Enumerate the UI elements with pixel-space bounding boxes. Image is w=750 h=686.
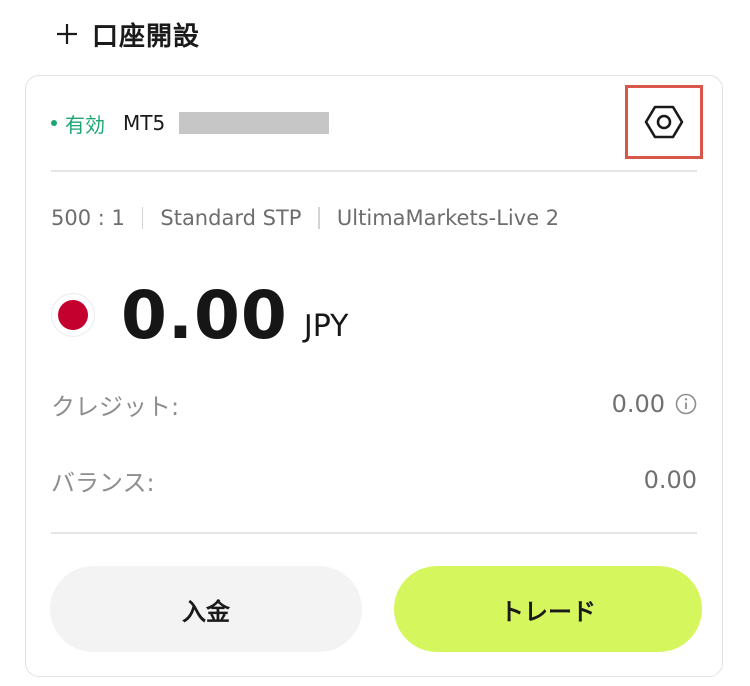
- plus-icon: [56, 23, 78, 45]
- meta-separator: [318, 207, 320, 229]
- settings-hexagon-icon: [644, 105, 684, 139]
- balance-value: 0.00: [643, 466, 697, 494]
- settings-button[interactable]: [625, 85, 703, 159]
- open-account-label: 口座開設: [92, 21, 201, 52]
- balance-row: バランス: 0.00: [51, 460, 697, 500]
- account-card-header: 有効 MT5: [51, 85, 703, 159]
- balance-label: バランス:: [51, 468, 155, 497]
- meta-separator: [141, 207, 144, 229]
- open-account-button[interactable]: 口座開設: [56, 14, 200, 54]
- credit-label: クレジット:: [51, 392, 180, 421]
- credit-value: 0.00: [611, 390, 665, 418]
- status-dot-icon: [51, 120, 57, 126]
- leverage-label: 500 : 1: [51, 206, 125, 230]
- header-divider: [51, 170, 697, 172]
- platform-label: MT5: [123, 111, 166, 135]
- balance-amount: 0.00: [121, 276, 288, 354]
- currency-label: JPY: [303, 308, 349, 344]
- account-card: 有効 MT5 500 : 1 Standard STP UltimaMarket…: [25, 75, 723, 677]
- account-number-redacted: [179, 112, 330, 134]
- status-label: 有効: [65, 112, 105, 137]
- info-icon[interactable]: [675, 393, 697, 415]
- trade-button[interactable]: トレード: [394, 566, 702, 652]
- balance-display: 0.00 JPY: [51, 276, 348, 354]
- deposit-button[interactable]: 入金: [50, 566, 362, 652]
- japan-flag-icon: [51, 293, 95, 337]
- actions-divider: [51, 532, 697, 534]
- server-label: UltimaMarkets-Live 2: [336, 206, 560, 230]
- credit-row: クレジット: 0.00: [51, 384, 697, 424]
- account-type-label: Standard STP: [160, 206, 302, 230]
- account-meta: 500 : 1 Standard STP UltimaMarkets-Live …: [51, 206, 559, 230]
- status-badge: 有効: [51, 109, 105, 138]
